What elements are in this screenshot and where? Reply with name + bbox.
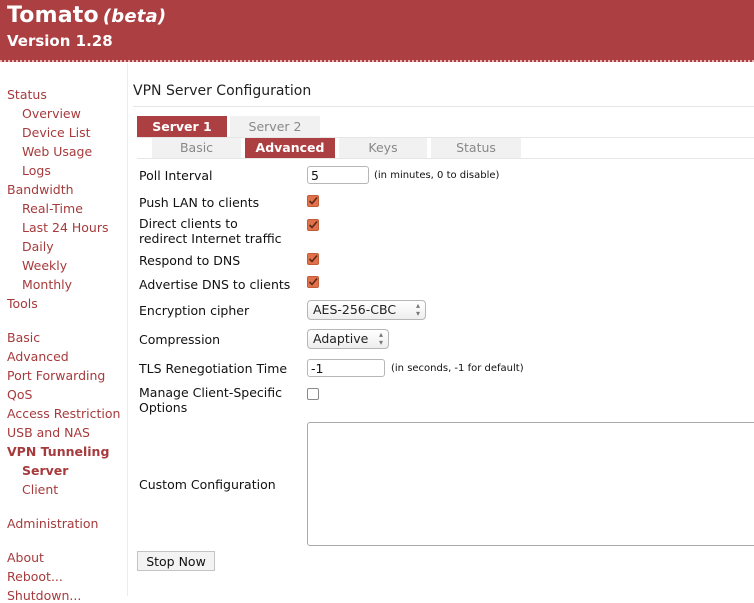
title-divider [133, 106, 754, 107]
advertise-dns-checkbox[interactable] [307, 276, 319, 288]
manage-ccd-label-line2: Options [139, 400, 188, 415]
beta-label: (beta) [102, 6, 167, 27]
sidebar-item-logs[interactable]: Logs [22, 163, 51, 178]
manage-ccd-checkbox[interactable] [307, 388, 319, 400]
encryption-cipher-select[interactable]: AES-256-CBC ▴ ▾ [307, 300, 426, 320]
custom-config-textarea[interactable] [307, 422, 754, 546]
sidebar-item-tools[interactable]: Tools [7, 296, 38, 311]
main-content: VPN Server Configuration Server 1 Server… [128, 63, 754, 596]
push-lan-label: Push LAN to clients [139, 195, 260, 210]
tab-status[interactable]: Status [431, 138, 521, 158]
push-lan-checkbox[interactable] [307, 195, 319, 207]
sidebar-item-web-usage[interactable]: Web Usage [22, 144, 92, 159]
compression-select[interactable]: Adaptive ▴ ▾ [307, 329, 389, 349]
header: Tomato (beta) Version 1.28 [0, 0, 754, 62]
app-name: Tomato [7, 3, 99, 28]
compression-value: Adaptive [313, 331, 369, 346]
respond-dns-checkbox[interactable] [307, 253, 319, 265]
sidebar-item-last-24-hours[interactable]: Last 24 Hours [22, 220, 109, 235]
direct-clients-label-line1: Direct clients to [139, 216, 238, 231]
stop-now-button[interactable]: Stop Now [137, 551, 215, 571]
sidebar-item-server[interactable]: Server [22, 463, 68, 478]
sidebar-item-usb-and-nas[interactable]: USB and NAS [7, 425, 90, 440]
advertise-dns-label: Advertise DNS to clients [139, 277, 291, 292]
sidebar-item-administration[interactable]: Administration [7, 516, 98, 531]
checkmark-icon [308, 220, 318, 229]
sidebar-item-about[interactable]: About [7, 550, 44, 565]
manage-ccd-label-line1: Manage Client-Specific [139, 385, 282, 400]
checkmark-icon [308, 196, 318, 205]
app-title: Tomato (beta) [7, 3, 166, 28]
encryption-cipher-value: AES-256-CBC [313, 302, 397, 317]
tab-server-1[interactable]: Server 1 [137, 116, 227, 137]
sidebar-item-monthly[interactable]: Monthly [22, 277, 72, 292]
poll-interval-hint: (in minutes, 0 to disable) [374, 170, 500, 181]
tab-advanced[interactable]: Advanced [245, 138, 335, 158]
sidebar-item-real-time[interactable]: Real-Time [22, 201, 83, 216]
sidebar-nav: Status Overview Device List Web Usage Lo… [0, 63, 128, 603]
version-label: Version 1.28 [7, 32, 113, 50]
encryption-cipher-label: Encryption cipher [139, 303, 250, 318]
sidebar-item-access-restriction[interactable]: Access Restriction [7, 406, 120, 421]
tls-reneg-input[interactable] [307, 359, 385, 377]
poll-interval-input[interactable] [307, 166, 369, 184]
tls-reneg-hint: (in seconds, -1 for default) [391, 363, 524, 374]
poll-interval-label: Poll Interval [139, 168, 213, 183]
sidebar-item-basic[interactable]: Basic [7, 330, 40, 345]
sidebar-item-daily[interactable]: Daily [22, 239, 54, 254]
compression-label: Compression [139, 332, 221, 347]
sidebar-item-overview[interactable]: Overview [22, 106, 81, 121]
sidebar-item-port-forwarding[interactable]: Port Forwarding [7, 368, 105, 383]
tab-basic[interactable]: Basic [152, 138, 241, 158]
respond-dns-label: Respond to DNS [139, 253, 241, 268]
custom-config-label: Custom Configuration [139, 477, 276, 492]
page-title: VPN Server Configuration [133, 83, 312, 99]
tls-reneg-label: TLS Renegotiation Time [139, 361, 288, 376]
direct-clients-checkbox[interactable] [307, 219, 319, 231]
sidebar-item-bandwidth[interactable]: Bandwidth [7, 182, 74, 197]
sidebar-item-vpn-tunneling[interactable]: VPN Tunneling [7, 444, 109, 459]
sidebar-item-reboot[interactable]: Reboot... [7, 569, 63, 584]
sidebar-item-weekly[interactable]: Weekly [22, 258, 67, 273]
tab-server-2[interactable]: Server 2 [230, 116, 320, 137]
tab-keys[interactable]: Keys [339, 138, 427, 158]
checkmark-icon [308, 277, 318, 286]
sidebar-item-device-list[interactable]: Device List [22, 125, 91, 140]
sub-tabs-divider [137, 158, 754, 159]
sidebar-item-client[interactable]: Client [22, 482, 58, 497]
checkmark-icon [308, 254, 318, 263]
spinner-arrows-icon: ▴ ▾ [378, 330, 383, 347]
sidebar-item-qos[interactable]: QoS [7, 387, 32, 402]
direct-clients-label-line2: redirect Internet traffic [139, 231, 282, 246]
spinner-arrows-icon: ▴ ▾ [415, 301, 420, 318]
sidebar-item-advanced[interactable]: Advanced [7, 349, 69, 364]
sidebar-item-status[interactable]: Status [7, 87, 47, 102]
